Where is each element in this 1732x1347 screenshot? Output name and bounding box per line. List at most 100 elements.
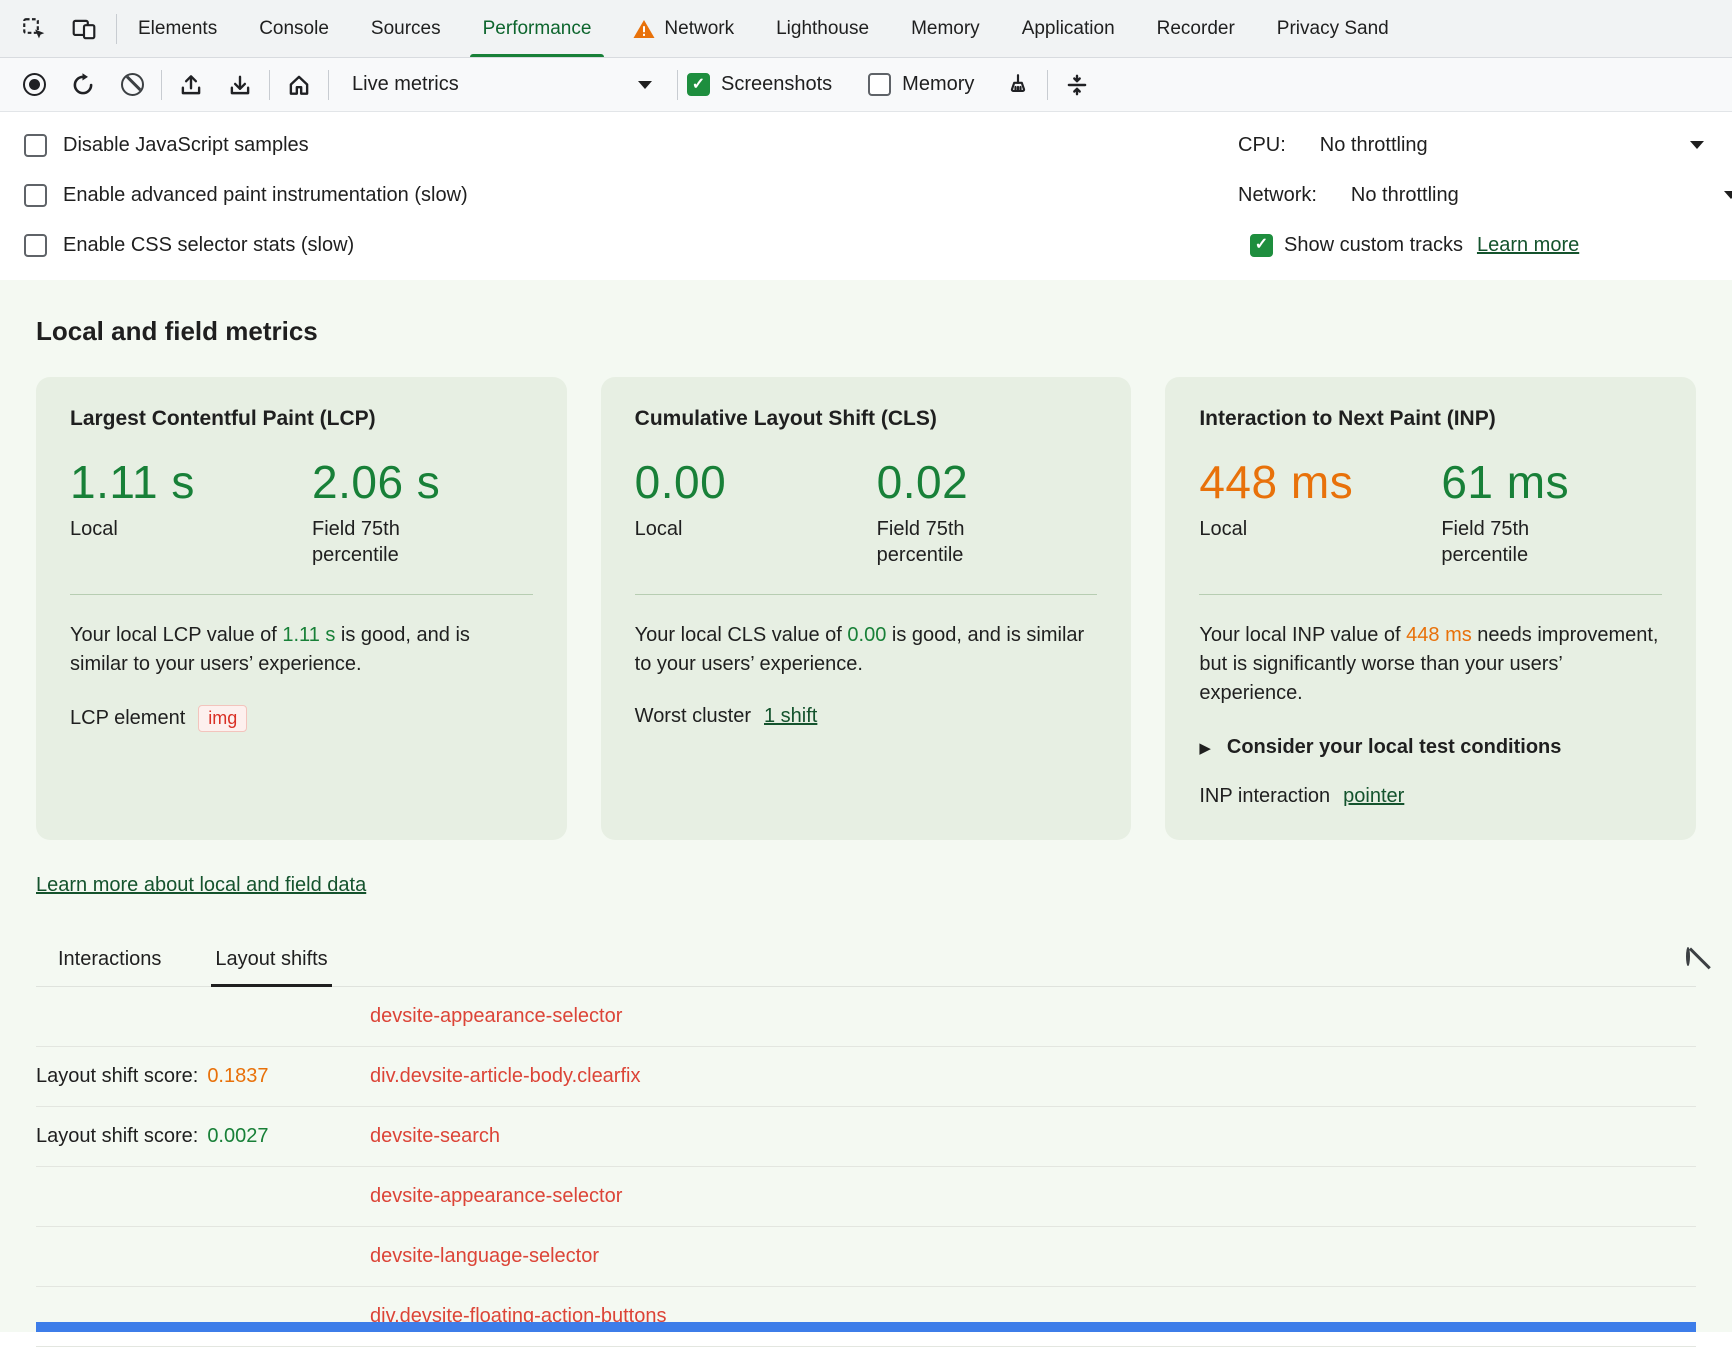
tabbar-icons [0, 9, 116, 49]
tab-privacy-sandbox[interactable]: Privacy Sand [1256, 0, 1410, 57]
shift-node-link[interactable]: devsite-appearance-selector [370, 1185, 622, 1208]
collapse-to-line-icon[interactable] [1057, 65, 1097, 105]
tab-label: Memory [911, 18, 980, 40]
divider [328, 70, 329, 100]
shift-score-label: Layout shift score: [36, 1125, 198, 1148]
tab-label: Application [1022, 18, 1115, 40]
tab-recorder[interactable]: Recorder [1136, 0, 1256, 57]
view-mode-select[interactable]: Live metrics [338, 65, 668, 105]
tab-label: Lighthouse [776, 18, 869, 40]
tab-label: Layout shifts [215, 948, 327, 970]
cls-field-label: Field 75th percentile [877, 516, 1002, 568]
warning-icon [633, 19, 655, 39]
check-icon: ✓ [692, 77, 705, 93]
table-row: devsite-language-selector [36, 1227, 1696, 1287]
save-profile-icon[interactable] [220, 65, 260, 105]
learn-more-field-data-link[interactable]: Learn more about local and field data [36, 874, 366, 897]
shift-node-link[interactable]: devsite-search [370, 1125, 500, 1148]
table-row: Layout shift score: 0.1837 div.devsite-a… [36, 1047, 1696, 1107]
checkbox-unchecked-icon [868, 73, 891, 96]
lcp-field-label: Field 75th percentile [312, 516, 437, 568]
shift-score-value: 0.1837 [207, 1065, 268, 1088]
tab-memory[interactable]: Memory [890, 0, 1001, 57]
inp-description: Your local INP value of 448 ms needs imp… [1199, 621, 1662, 708]
cpu-value: No throttling [1320, 134, 1428, 157]
cls-card: Cumulative Layout Shift (CLS) 0.00 Local… [601, 377, 1132, 840]
tab-label: Elements [138, 18, 217, 40]
inspect-element-icon[interactable] [14, 9, 54, 49]
devtools-window: Elements Console Sources Performance Net… [0, 0, 1732, 1332]
disclosure-triangle-icon: ▶ [1199, 739, 1211, 757]
local-test-conditions-disclosure[interactable]: ▶ Consider your local test conditions [1199, 736, 1662, 759]
chevron-down-icon [1690, 141, 1704, 149]
inp-card-title: Interaction to Next Paint (INP) [1199, 407, 1662, 431]
tab-performance[interactable]: Performance [462, 0, 613, 57]
panel-tabs: Elements Console Sources Performance Net… [117, 0, 1732, 57]
checkbox-unchecked-icon [24, 234, 47, 257]
metric-cards: Largest Contentful Paint (LCP) 1.11 s Lo… [36, 377, 1696, 840]
page-title: Local and field metrics [36, 316, 1696, 347]
tab-application[interactable]: Application [1001, 0, 1136, 57]
divider [269, 70, 270, 100]
tab-label: Performance [483, 18, 592, 40]
performance-toolbar: Live metrics ✓ Screenshots Memory [0, 58, 1732, 112]
tab-label: Interactions [58, 948, 161, 970]
home-icon[interactable] [279, 65, 319, 105]
tab-label: Recorder [1157, 18, 1235, 40]
show-custom-tracks-label: Show custom tracks [1284, 234, 1463, 257]
cls-description: Your local CLS value of 0.00 is good, an… [635, 621, 1098, 679]
log-tabbar: Interactions Layout shifts [36, 937, 1696, 987]
gc-brush-icon[interactable] [998, 65, 1038, 105]
tab-lighthouse[interactable]: Lighthouse [755, 0, 890, 57]
table-row: Layout shift score: 0.0027 devsite-searc… [36, 1107, 1696, 1167]
tab-interactions[interactable]: Interactions [54, 948, 165, 986]
device-toolbar-icon[interactable] [64, 9, 104, 49]
memory-checkbox[interactable]: Memory [868, 73, 974, 96]
load-profile-icon[interactable] [171, 65, 211, 105]
setting-label: Enable CSS selector stats (slow) [63, 234, 354, 257]
disclosure-label: Consider your local test conditions [1227, 736, 1562, 759]
shift-score-value: 0.0027 [207, 1125, 268, 1148]
inp-local-label: Local [1199, 516, 1441, 542]
shift-node-link[interactable]: devsite-language-selector [370, 1245, 599, 1268]
table-row: div.devsite-floating-action-buttons [36, 1287, 1696, 1347]
worst-cluster-link[interactable]: 1 shift [764, 705, 817, 728]
checkbox-unchecked-icon [24, 134, 47, 157]
network-label: Network: [1238, 184, 1317, 207]
clear-log-icon[interactable] [1686, 949, 1690, 964]
learn-more-link[interactable]: Learn more [1477, 234, 1579, 257]
tab-elements[interactable]: Elements [117, 0, 238, 57]
lcp-description: Your local LCP value of 1.11 s is good, … [70, 621, 533, 679]
record-icon[interactable] [14, 65, 54, 105]
lcp-element-label: LCP element [70, 707, 185, 730]
tab-console[interactable]: Console [238, 0, 350, 57]
checkbox-checked-icon: ✓ [687, 73, 710, 96]
shift-node-link[interactable]: devsite-appearance-selector [370, 1005, 622, 1028]
lcp-field-value: 2.06 s [312, 455, 440, 509]
tab-layout-shifts[interactable]: Layout shifts [211, 948, 331, 986]
setting-label: Disable JavaScript samples [63, 134, 309, 157]
tab-sources[interactable]: Sources [350, 0, 462, 57]
divider [1199, 594, 1662, 595]
tab-label: Console [259, 18, 329, 40]
reload-and-record-icon[interactable] [63, 65, 103, 105]
cls-field-value: 0.02 [877, 455, 1002, 509]
show-custom-tracks-checkbox[interactable]: ✓ Show custom tracks [1250, 234, 1463, 257]
network-value: No throttling [1351, 184, 1459, 207]
shift-node-link[interactable]: div.devsite-article-body.clearfix [370, 1065, 640, 1088]
divider [70, 594, 533, 595]
screenshots-checkbox[interactable]: ✓ Screenshots [687, 73, 832, 96]
clear-recordings-icon[interactable] [112, 65, 152, 105]
checkbox-unchecked-icon [24, 184, 47, 207]
inp-interaction-label: INP interaction [1199, 785, 1330, 808]
tab-network[interactable]: Network [612, 0, 755, 57]
cpu-throttling-select[interactable]: CPU: No throttling [1238, 120, 1704, 170]
layout-shifts-table: devsite-appearance-selector Layout shift… [36, 987, 1696, 1347]
lcp-element-node-link[interactable]: img [198, 705, 247, 732]
chevron-down-icon [1724, 191, 1732, 199]
lcp-card-title: Largest Contentful Paint (LCP) [70, 407, 533, 431]
network-throttling-select[interactable]: Network: No throttling [1238, 170, 1732, 220]
divider [635, 594, 1098, 595]
inp-interaction-link[interactable]: pointer [1343, 785, 1404, 808]
live-metrics-view: Local and field metrics Largest Contentf… [0, 280, 1732, 1332]
